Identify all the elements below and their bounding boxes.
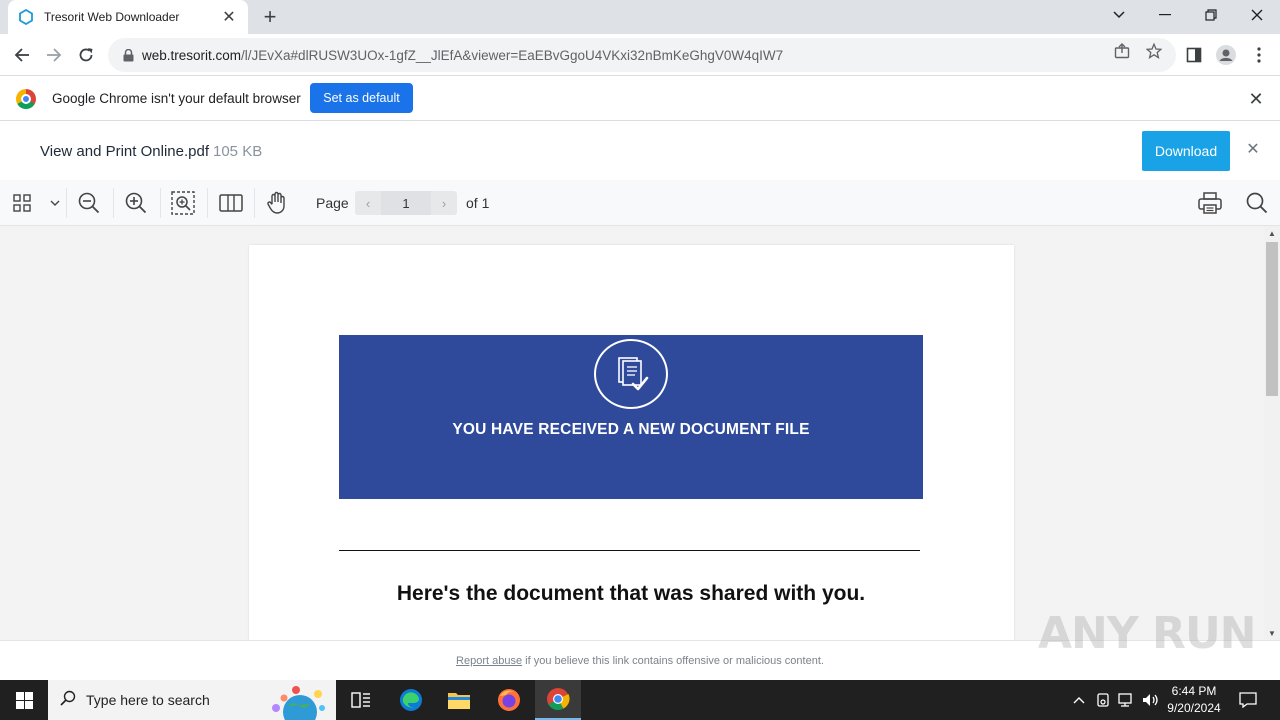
toolbar-divider	[254, 188, 255, 218]
address-bar[interactable]: web.tresorit.com/l/JEvXa#dlRUSW3UOx-1gfZ…	[108, 38, 1176, 72]
header-close-icon[interactable]: ✕	[1244, 140, 1262, 158]
tray-device-icon[interactable]	[1093, 690, 1113, 710]
file-header: View and Print Online.pdf 105 KB Download…	[0, 122, 1280, 180]
file-name: View and Print Online.pdf	[40, 143, 209, 160]
page-count: of 1	[466, 195, 490, 211]
minimize-icon[interactable]	[1142, 0, 1188, 30]
windows-start-icon[interactable]	[0, 680, 48, 720]
set-as-default-button[interactable]: Set as default	[310, 83, 413, 113]
url-text: web.tresorit.com/l/JEvXa#dlRUSW3UOx-1gfZ…	[142, 48, 783, 63]
taskbar-search-placeholder: Type here to search	[86, 692, 210, 708]
toolbar-divider	[66, 188, 67, 218]
page-label: Page	[316, 195, 349, 211]
toolbar-divider	[113, 188, 114, 218]
taskbar-search-icon	[60, 690, 76, 711]
edge-browser-icon[interactable]	[388, 680, 434, 720]
document-banner[interactable]: YOU HAVE RECEIVED A NEW DOCUMENT FILE	[339, 335, 923, 499]
page-number-input[interactable]: 1	[381, 191, 431, 215]
firefox-icon[interactable]	[486, 680, 532, 720]
tab-strip: Tresorit Web Downloader ✕ +	[0, 0, 1280, 34]
infobar-message: Google Chrome isn't your default browser	[52, 91, 301, 106]
horizontal-rule	[339, 550, 920, 551]
notification-center-icon[interactable]	[1238, 690, 1258, 710]
tray-chevron-up-icon[interactable]	[1069, 690, 1089, 710]
file-explorer-icon[interactable]	[436, 680, 482, 720]
back-arrow-icon[interactable]	[7, 40, 37, 70]
chrome-taskbar-icon[interactable]	[535, 680, 581, 720]
page-navigator: ‹ 1 ›	[355, 191, 457, 215]
task-view-icon[interactable]	[338, 680, 384, 720]
kebab-menu-icon[interactable]	[1248, 44, 1270, 66]
profile-avatar-icon[interactable]	[1215, 44, 1237, 66]
previous-page-icon[interactable]: ‹	[355, 191, 381, 215]
windows-taskbar: Type here to search 6:44 PM 9/20/2024	[0, 680, 1280, 720]
search-icon[interactable]	[1244, 190, 1270, 216]
forward-arrow-icon[interactable]	[39, 40, 69, 70]
scroll-up-arrow-icon[interactable]: ▲	[1264, 226, 1280, 240]
infobar-close-icon[interactable]: ✕	[1246, 89, 1266, 109]
print-icon[interactable]	[1196, 190, 1224, 216]
tab-tresorit[interactable]: Tresorit Web Downloader ✕	[8, 0, 248, 34]
document-viewport[interactable]: YOU HAVE RECEIVED A NEW DOCUMENT FILE He…	[0, 226, 1264, 640]
reload-icon[interactable]	[71, 40, 101, 70]
document-scrollbar[interactable]: ▲ ▼	[1264, 226, 1280, 640]
network-icon[interactable]	[1117, 690, 1137, 710]
report-abuse-text: if you believe this link contains offens…	[522, 655, 824, 667]
download-button[interactable]: Download	[1142, 131, 1230, 171]
pdf-page: YOU HAVE RECEIVED A NEW DOCUMENT FILE He…	[249, 245, 1014, 640]
side-panel-icon[interactable]	[1183, 44, 1205, 66]
new-tab-plus-icon[interactable]: +	[258, 6, 282, 28]
volume-icon[interactable]	[1141, 690, 1161, 710]
pan-hand-icon[interactable]	[264, 190, 290, 216]
default-browser-infobar: Google Chrome isn't your default browser…	[0, 77, 1280, 121]
tab-search-chevron-icon[interactable]	[1096, 0, 1142, 30]
window-close-icon[interactable]	[1234, 0, 1280, 30]
chrome-logo-icon	[16, 89, 36, 109]
url-host: web.tresorit.com	[142, 47, 242, 63]
toolbar-divider	[160, 188, 161, 218]
tresorit-favicon-icon	[18, 9, 34, 25]
lock-icon[interactable]	[120, 47, 136, 63]
thumbnails-grid-icon[interactable]	[9, 190, 35, 216]
taskbar-search-box[interactable]: Type here to search	[48, 680, 336, 720]
banner-text: YOU HAVE RECEIVED A NEW DOCUMENT FILE	[452, 421, 810, 438]
system-clock[interactable]: 6:44 PM 9/20/2024	[1160, 683, 1228, 717]
toolbar-divider	[207, 188, 208, 218]
tab-close-icon[interactable]: ✕	[220, 8, 238, 26]
tab-title: Tresorit Web Downloader	[44, 10, 180, 24]
thumbnails-dropdown-chevron-icon[interactable]	[42, 190, 68, 216]
anyrun-watermark: ANY RUN	[1038, 608, 1256, 659]
bookmark-star-icon[interactable]	[1144, 41, 1164, 61]
clock-date: 9/20/2024	[1167, 701, 1221, 715]
url-path: /l/JEvXa#dlRUSW3UOx-1gfZ__JlEfA&viewer=E…	[241, 47, 784, 63]
marquee-zoom-icon[interactable]	[170, 190, 196, 216]
next-page-icon[interactable]: ›	[431, 191, 457, 215]
search-highlight-globe-icon	[262, 684, 332, 720]
report-abuse-link[interactable]: Report abuse	[456, 655, 522, 667]
zoom-out-icon[interactable]	[76, 190, 102, 216]
clock-time: 6:44 PM	[1171, 684, 1217, 698]
restore-icon[interactable]	[1188, 0, 1234, 30]
scrollbar-thumb[interactable]	[1266, 242, 1278, 396]
browser-toolbar: web.tresorit.com/l/JEvXa#dlRUSW3UOx-1gfZ…	[0, 34, 1280, 76]
file-title: View and Print Online.pdf 105 KB	[40, 143, 262, 160]
share-icon[interactable]	[1112, 41, 1132, 61]
page-layout-icon[interactable]	[218, 190, 244, 216]
pdf-toolbar: Page ‹ 1 › of 1	[0, 180, 1280, 226]
document-headline: Here's the document that was shared with…	[396, 582, 866, 605]
document-check-icon	[594, 339, 668, 409]
file-size: 105 KB	[213, 143, 263, 160]
zoom-in-icon[interactable]	[123, 190, 149, 216]
scroll-down-arrow-icon[interactable]: ▼	[1264, 626, 1280, 640]
